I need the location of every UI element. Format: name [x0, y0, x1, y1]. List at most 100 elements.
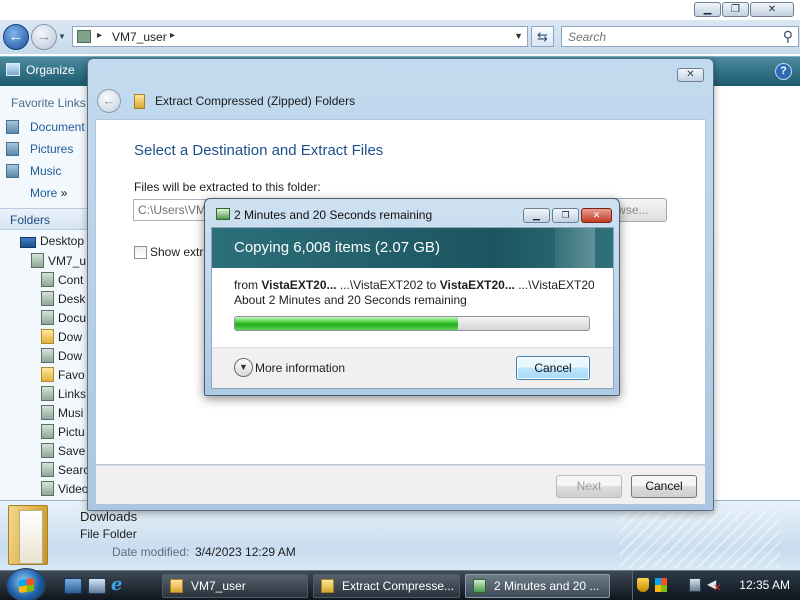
folder-icon — [8, 505, 48, 565]
close-button[interactable]: ✕ — [581, 208, 612, 223]
refresh-button[interactable]: ⇆ — [531, 26, 554, 47]
back-button[interactable]: ← — [3, 24, 29, 50]
tree-item-links[interactable]: Links — [41, 386, 86, 401]
favorite-link-documents[interactable]: Document — [6, 120, 85, 134]
to-path[interactable]: ...\VistaEXT202 — [518, 278, 594, 292]
copy-progress-dialog: 2 Minutes and 20 Seconds remaining ▁ ❐ ✕… — [204, 198, 620, 396]
documents-icon — [6, 120, 19, 134]
pictures-icon — [6, 142, 19, 156]
user-folder-icon — [31, 253, 44, 268]
tree-item-saved-games[interactable]: Save — [41, 443, 85, 458]
internet-explorer-icon[interactable]: e — [111, 576, 129, 594]
music-icon — [6, 164, 19, 178]
search-icon[interactable]: ⚲ — [783, 28, 793, 45]
tree-item-user[interactable]: VM7_u — [31, 253, 86, 268]
tree-item-downloads[interactable]: Dow — [41, 348, 82, 363]
window-controls: ▁ ❐ ✕ — [694, 2, 794, 17]
taskbar-button-label: Extract Compresse... — [342, 579, 455, 593]
next-button[interactable]: Next — [556, 475, 622, 498]
details-modified-label: Date modified: — [112, 545, 190, 559]
tree-item-label: Video — [58, 482, 88, 496]
favorite-link-pictures[interactable]: Pictures — [6, 142, 73, 156]
copy-banner: Copying 6,008 items (2.07 GB) — [212, 228, 613, 268]
tree-item-favorites[interactable]: Favo — [41, 367, 85, 382]
organize-label: Organize — [26, 63, 75, 77]
favorite-link-music[interactable]: Music — [6, 164, 61, 178]
tree-item-label: Desk — [58, 292, 86, 306]
help-icon[interactable]: ? — [775, 63, 792, 80]
tree-item-music[interactable]: Musi — [41, 405, 83, 420]
time-remaining: About 2 Minutes and 20 Seconds remaining — [234, 293, 467, 307]
desktop-folder-icon — [41, 291, 54, 306]
chevron-down-icon[interactable]: ▼ — [234, 358, 253, 377]
taskbar-button-explorer[interactable]: VM7_user — [162, 574, 308, 598]
favorites-icon — [41, 367, 54, 382]
copy-icon — [216, 208, 230, 220]
show-desktop-icon[interactable] — [64, 578, 82, 594]
desktop-icon — [20, 237, 36, 248]
chevron-right-icon[interactable]: ▸ — [97, 30, 102, 41]
address-bar[interactable]: ▸ VM7_user ▸ ▼ — [72, 26, 528, 47]
tree-item-pictures[interactable]: Pictu — [41, 424, 85, 439]
wizard-cancel-button[interactable]: Cancel — [631, 475, 697, 498]
copy-dialog-body: Copying 6,008 items (2.07 GB) from Vista… — [211, 227, 614, 389]
forward-button[interactable]: → — [31, 24, 57, 50]
security-shield-icon[interactable] — [637, 578, 649, 592]
copy-cancel-button[interactable]: Cancel — [516, 356, 590, 380]
clock[interactable]: 12:35 AM — [739, 578, 790, 592]
address-dropdown-icon[interactable]: ▼ — [514, 31, 523, 41]
network-icon[interactable] — [689, 578, 701, 592]
music-folder-icon — [41, 405, 54, 420]
from-name: VistaEXT20... — [261, 278, 337, 292]
close-button[interactable]: ✕ — [750, 2, 794, 17]
favorite-link-label: Pictures — [30, 142, 74, 156]
show-files-checkbox[interactable] — [134, 246, 147, 259]
recent-pages-dropdown[interactable]: ▼ — [58, 32, 66, 41]
action-center-flag-icon[interactable] — [655, 578, 667, 592]
windows-logo-icon — [19, 577, 34, 594]
tree-item-label: Musi — [58, 406, 84, 420]
minimize-button[interactable]: ▁ — [523, 208, 550, 223]
tree-item-videos[interactable]: Video — [41, 481, 88, 496]
from-path[interactable]: ...\VistaEXT202 — [340, 278, 423, 292]
details-type: File Folder — [80, 527, 137, 541]
zip-folder-icon — [321, 579, 334, 593]
copy-progress-fill — [235, 317, 459, 330]
maximize-button[interactable]: ❐ — [552, 208, 579, 223]
favorite-link-label: Music — [30, 164, 62, 178]
wizard-back-button[interactable]: ← — [97, 89, 121, 113]
chevron-right-icon[interactable]: ▸ — [170, 30, 175, 41]
search-input[interactable] — [568, 30, 768, 44]
folder-icon — [170, 579, 183, 593]
wizard-close-button[interactable]: ✕ — [677, 68, 704, 82]
address-segment[interactable]: VM7_user — [112, 30, 167, 44]
from-prefix: from — [234, 278, 258, 292]
maximize-button[interactable]: ❐ — [722, 2, 749, 17]
tree-item-dowloads[interactable]: Dow — [41, 329, 82, 344]
start-button[interactable] — [6, 568, 46, 600]
tree-item-contacts[interactable]: Cont — [41, 272, 83, 287]
details-modified-value: 3/4/2023 12:29 AM — [195, 545, 296, 559]
minimize-button[interactable]: ▁ — [694, 2, 721, 17]
taskbar-button-copy[interactable]: 2 Minutes and 20 ... — [465, 574, 610, 598]
copy-dialog-title: 2 Minutes and 20 Seconds remaining — [234, 208, 433, 222]
notification-area: ◀ ✕ 12:35 AM — [632, 571, 800, 600]
more-links-button[interactable]: More » — [30, 186, 67, 200]
taskbar-button-extract[interactable]: Extract Compresse... — [313, 574, 460, 598]
address-row: ← → ▼ ▸ VM7_user ▸ ▼ ⇆ ⚲ — [0, 20, 800, 54]
tree-item-desktop-folder[interactable]: Desk — [41, 291, 85, 306]
tree-item-label: Docu — [58, 311, 87, 325]
more-information-label[interactable]: More information — [255, 361, 345, 375]
folders-bar[interactable]: Folders — [0, 208, 88, 230]
tree-item-documents[interactable]: Docu — [41, 310, 86, 325]
tree-item-label: Dow — [58, 349, 83, 363]
to-word: to — [426, 278, 437, 292]
copy-dialog-footer: ▼ More information Cancel — [212, 347, 613, 388]
search-box[interactable]: ⚲ — [561, 26, 799, 47]
wizard-footer: Next Cancel — [95, 465, 706, 505]
tree-item-desktop[interactable]: Desktop — [20, 234, 84, 248]
organize-button[interactable]: Organize — [6, 63, 75, 77]
switch-windows-icon[interactable] — [88, 578, 106, 594]
to-name: VistaEXT20... — [439, 278, 515, 292]
tree-item-searches[interactable]: Searc — [41, 462, 88, 477]
